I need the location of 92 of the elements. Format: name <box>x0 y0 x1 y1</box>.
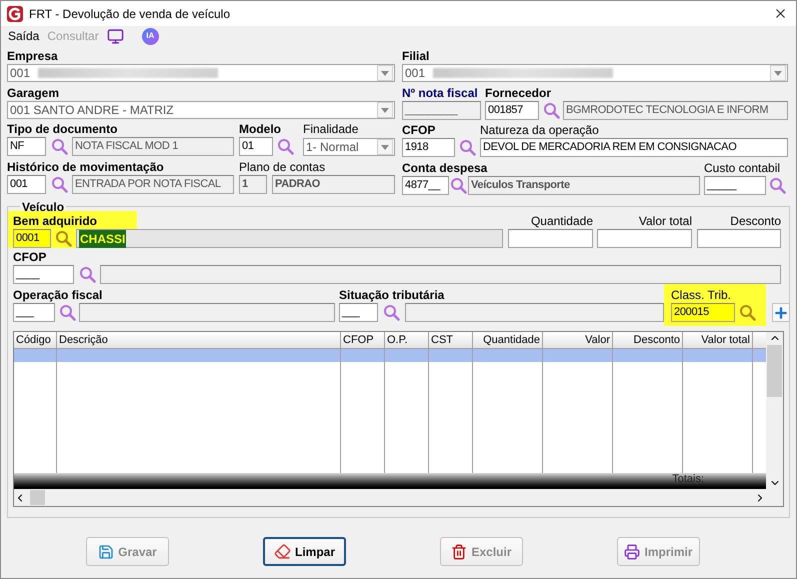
column-header[interactable]: O.P. <box>385 332 429 348</box>
input-field[interactable]: 1 <box>239 175 267 194</box>
search-icon[interactable] <box>383 304 400 321</box>
field-label: Conta despesa <box>402 161 488 176</box>
input-field[interactable]: 4877__ <box>402 176 449 195</box>
dropdown[interactable]: 001 SANTO ANDRE - MATRIZ <box>7 101 395 119</box>
field-label: Plano de contas <box>239 160 326 175</box>
search-icon[interactable] <box>450 177 467 194</box>
field-label: Class. Trib. <box>671 288 732 303</box>
input-field[interactable]: 001857 <box>485 101 539 120</box>
search-icon[interactable] <box>55 230 72 247</box>
field-label: Finalidade <box>303 122 358 137</box>
input-field[interactable]: Veículos Transporte <box>468 176 700 195</box>
search-icon[interactable] <box>768 177 786 194</box>
column-header[interactable]: CFOP <box>341 332 385 348</box>
action-button[interactable]: Limpar <box>263 537 346 566</box>
input-field[interactable]: 1918 <box>402 138 455 157</box>
selected-text: CHASSI <box>79 230 126 248</box>
input-field[interactable]: 200015 <box>671 303 735 322</box>
field-label: Quantidade <box>530 214 593 229</box>
column-header[interactable]: Valor <box>543 332 613 348</box>
ai-button[interactable]: IA <box>142 28 159 44</box>
input-field[interactable] <box>508 229 593 248</box>
search-icon[interactable] <box>58 304 76 321</box>
eraser-icon <box>274 543 291 560</box>
field-label: Custo contabil <box>704 161 780 176</box>
scroll-thumb[interactable] <box>30 490 45 505</box>
input-field[interactable]: ___ <box>339 303 378 322</box>
scroll-thumb[interactable] <box>767 345 782 397</box>
input-field[interactable]: 0001 <box>13 229 51 248</box>
input-field[interactable]: _________ <box>402 101 481 120</box>
field-label: Garagem <box>7 86 60 101</box>
totals-label: Totais: <box>672 473 704 485</box>
input-field[interactable] <box>405 303 664 322</box>
trash-icon <box>451 544 468 560</box>
dropdown[interactable]: 001 <box>7 64 395 82</box>
field-label: CFOP <box>402 123 436 138</box>
input-field[interactable]: _____ <box>704 176 766 195</box>
field-label: Empresa <box>7 49 58 64</box>
search-icon[interactable] <box>738 304 756 321</box>
field-label: Bem adquirido <box>13 214 98 229</box>
column-header[interactable]: Valor total <box>683 332 753 348</box>
search-icon[interactable] <box>50 138 68 155</box>
plus-icon <box>773 304 789 320</box>
column-header[interactable]: Código <box>14 332 57 348</box>
vertical-scrollbar[interactable] <box>766 332 783 489</box>
input-field[interactable]: PADRAO <box>272 175 395 194</box>
horizontal-scrollbar[interactable] <box>14 489 783 506</box>
input-field[interactable]: NOTA FISCAL MOD 1 <box>72 137 234 156</box>
input-field[interactable]: DEVOL DE MERCADORIA REM EM CONSIGNACAO <box>480 138 788 157</box>
search-icon[interactable] <box>459 139 476 156</box>
input-field[interactable]: ____ <box>13 265 74 284</box>
field-label: Valor total <box>638 214 692 229</box>
input-field[interactable] <box>79 303 335 322</box>
input-field[interactable] <box>597 229 692 248</box>
search-icon[interactable] <box>276 138 294 155</box>
search-icon[interactable] <box>78 266 96 283</box>
field-label: Fornecedor <box>485 86 552 101</box>
column-header[interactable]: Descrição <box>57 332 341 348</box>
input-field[interactable] <box>697 229 781 248</box>
column-header[interactable]: Quantidade <box>473 332 543 348</box>
add-button[interactable] <box>772 303 790 322</box>
field-label: CFOP <box>13 250 46 265</box>
input-field[interactable]: NF <box>7 137 46 156</box>
column-header[interactable]: Desconto <box>613 332 683 348</box>
field-label: Modelo <box>239 122 281 137</box>
input-field[interactable] <box>100 265 781 284</box>
window-title: FRT - Devolução de venda de veículo <box>29 6 230 22</box>
monitor-icon[interactable] <box>106 28 124 44</box>
input-field[interactable]: ENTRADA POR NOTA FISCAL <box>72 175 234 194</box>
search-icon[interactable] <box>50 176 68 193</box>
search-icon[interactable] <box>542 102 560 119</box>
field-label: Desconto <box>730 214 781 229</box>
field-label: Filial <box>402 49 430 64</box>
column-header[interactable]: CST <box>429 332 473 348</box>
dropdown[interactable]: 001 <box>402 64 788 82</box>
app-logo-icon <box>7 6 23 22</box>
input-field[interactable]: ___ <box>13 303 55 322</box>
input-field[interactable]: BGMRODOTEC TECNOLOGIA E INFORM <box>563 101 788 120</box>
menu-item[interactable]: Saída <box>8 27 40 45</box>
field-label: Tipo de documento <box>7 122 118 137</box>
field-label: Situação tributária <box>339 288 444 303</box>
input-field[interactable]: 01 <box>239 137 273 156</box>
dropdown[interactable]: 1- Normal <box>303 138 395 156</box>
field-label: Operação fiscal <box>13 288 102 303</box>
input-field[interactable]: CHASSI <box>76 229 503 248</box>
printer-icon <box>624 544 640 560</box>
input-field[interactable]: 001 <box>7 175 46 194</box>
field-label: Nº nota fiscal <box>402 86 478 101</box>
floppy-icon <box>98 544 114 560</box>
field-label: Natureza da operação <box>480 123 599 138</box>
field-label: Histórico de movimentação <box>7 160 164 175</box>
